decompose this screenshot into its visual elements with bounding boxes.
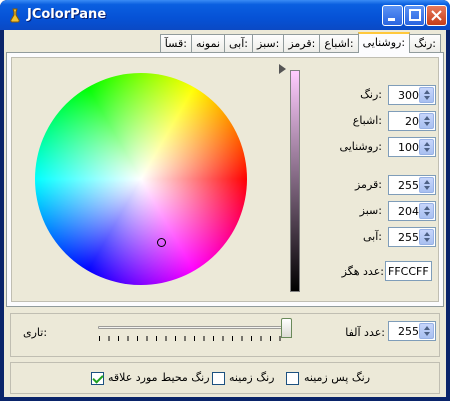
tab-blue[interactable]: آبی: [224,34,254,53]
spinner-arrows-icon[interactable] [419,229,434,245]
foreground-color-label: رنگ زمینه [229,371,275,384]
brightness-label: روشنایی: [339,140,382,153]
tab-brightness[interactable]: روشنایی: [357,32,411,53]
brightness-bar[interactable] [290,70,300,292]
alpha-slider-thumb[interactable] [281,318,292,338]
saturation-label: اشباع: [352,114,382,127]
color-wheel-marker[interactable] [157,238,166,247]
red-spinner[interactable]: 255 [388,175,436,195]
alpha-spinner[interactable]: 255 [388,321,436,341]
hex-field[interactable]: FFCCFF [385,261,432,281]
foreground-color-checkbox[interactable] [212,372,225,385]
brightness-pointer-icon[interactable] [279,64,286,74]
tab-red[interactable]: قرمز: [283,34,321,53]
blue-spinner[interactable]: 255 [388,227,436,247]
opacity-label: تاری: [23,326,48,339]
maximize-icon [409,9,421,21]
maximize-button[interactable] [404,5,425,26]
brightness-value: 100 [398,141,419,154]
close-icon [431,10,442,21]
alpha-label: عدد آلفا: [345,326,385,339]
favorite-color-checkbox[interactable] [91,372,104,385]
spinner-arrows-icon[interactable] [419,87,434,103]
alpha-slider-ticks [99,336,289,341]
minimize-button[interactable] [382,5,403,26]
red-label: قرمز: [354,178,382,191]
blue-value: 255 [398,231,419,244]
window-title: JColorPane [27,7,107,22]
green-value: 204 [398,205,419,218]
window: JColorPane رنگ: روشنایی: اشباع: قرمز: سب… [0,0,450,401]
hue-value: 300 [398,89,419,102]
alpha-value: 255 [398,325,419,338]
color-wheel[interactable] [35,73,247,285]
hue-spinner[interactable]: 300 [388,85,436,105]
background-color-label: رنگ پس زمینه [304,371,371,384]
spinner-arrows-icon[interactable] [419,113,434,129]
red-value: 255 [398,179,419,192]
tab-hue[interactable]: رنگ: [409,34,441,53]
title-bar[interactable]: JColorPane [0,0,450,30]
green-label: سبز: [359,204,382,217]
alpha-panel: تاری: عدد آلفا: 255 [10,313,440,357]
hex-label: عدد هگز: [341,265,384,278]
tab-cmyk[interactable]: قسآ: [159,34,192,53]
spinner-arrows-icon[interactable] [419,177,434,193]
spinner-arrows-icon[interactable] [419,203,434,219]
app-icon [10,8,20,23]
background-color-checkbox[interactable] [286,372,299,385]
options-panel: رنگ پس زمینه رنگ زمینه رنگ محیط مورد علا… [10,362,440,394]
tab-saturation[interactable]: اشباع: [319,34,359,53]
alpha-slider-track[interactable] [98,326,289,329]
saturation-value: 20 [405,115,419,128]
tab-bar: رنگ: روشنایی: اشباع: قرمز: سبز: آبی: نمو… [159,32,441,53]
brightness-spinner[interactable]: 100 [388,137,436,157]
tab-swatches[interactable]: نمونه [190,34,225,53]
hue-label: رنگ: [360,88,382,101]
spinner-arrows-icon[interactable] [419,323,434,339]
green-spinner[interactable]: 204 [388,201,436,221]
blue-label: آبی: [362,230,382,243]
spinner-arrows-icon[interactable] [419,139,434,155]
saturation-spinner[interactable]: 20 [388,111,436,131]
tab-green[interactable]: سبز: [252,34,285,53]
window-content: رنگ: روشنایی: اشباع: قرمز: سبز: آبی: نمو… [4,30,446,397]
minimize-icon [388,18,395,21]
favorite-color-label: رنگ محیط مورد علاقه [108,371,210,384]
close-button[interactable] [426,5,447,26]
